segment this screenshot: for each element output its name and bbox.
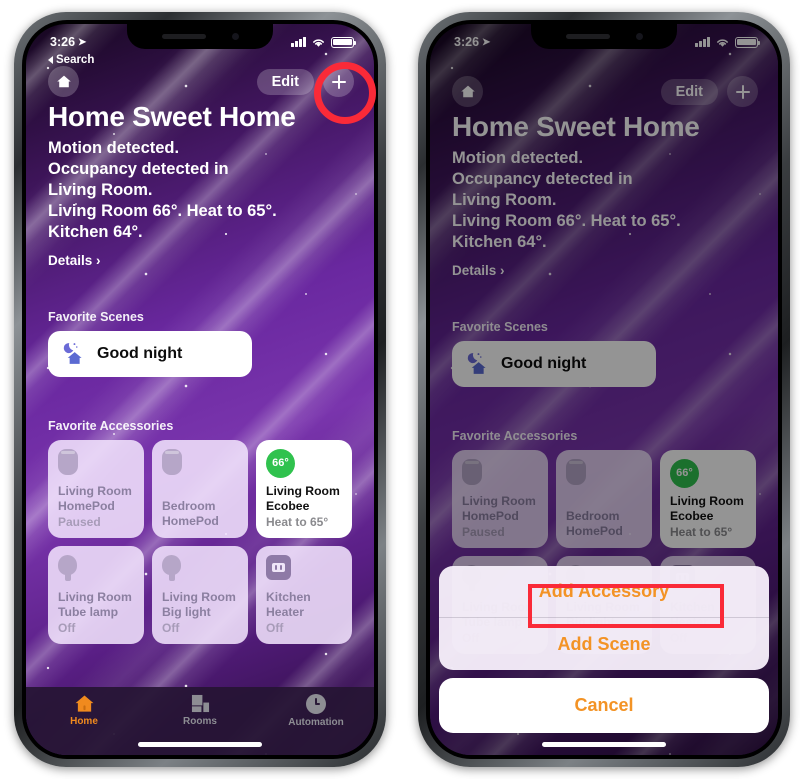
add-scene-button[interactable]: Add Scene [439, 618, 769, 670]
cancel-button[interactable]: Cancel [439, 678, 769, 733]
tab-label: Home [70, 716, 98, 727]
scene-label: Good night [97, 344, 183, 362]
favorite-accessories-title: Favorite Accessories [48, 418, 174, 433]
accessory-name-line1: Kitchen [266, 590, 311, 605]
accessory-name-line2: HomePod [162, 513, 219, 528]
house-filled-icon [75, 695, 93, 712]
back-chevron-icon [48, 56, 53, 64]
accessory-name-line2: Tube lamp [58, 604, 119, 619]
status-time: 3:26 [50, 35, 76, 49]
wifi-icon [313, 38, 324, 47]
phone-right: 3:26 ➤ Edit Home Sweet Home Motion detec… [418, 12, 790, 767]
accessory-name-line2: HomePod [58, 498, 115, 513]
accessory-tile-text: Living Room HomePod Paused [58, 484, 134, 528]
status-line: Occupancy detected in [48, 160, 229, 179]
battery-full-icon [331, 36, 357, 48]
front-camera [231, 33, 239, 40]
accessory-tile-kitchen-heater[interactable]: Kitchen Heater Off [256, 545, 352, 644]
accessories-grid: Living Room HomePod Paused Bedroom HomeP… [26, 439, 374, 644]
add-action-sheet: Add Accessory Add Scene Cancel [439, 566, 769, 733]
house-icon [56, 75, 71, 88]
accessory-tile-text: Bedroom HomePod [162, 499, 238, 528]
details-link[interactable]: Details › [26, 244, 374, 268]
home-status-summary: Motion detected. Occupancy detected in L… [26, 133, 374, 244]
tab-rooms[interactable]: Rooms [157, 694, 243, 727]
earpiece-speaker [161, 34, 206, 39]
accessory-name-line1: Living Room [58, 590, 132, 605]
nav-right-group: Edit [256, 66, 354, 97]
accessory-name-line2: Big light [162, 604, 211, 619]
accessory-name-line1: Living Room [266, 484, 340, 499]
back-to-search-link[interactable]: Search [48, 54, 94, 66]
accessory-tile-living-room-big-light[interactable]: Living Room Big light Off [152, 545, 248, 644]
bulb-icon [162, 554, 181, 581]
accessory-tile-living-room-homepod[interactable]: Living Room HomePod Paused [48, 439, 144, 538]
back-link-label: Search [56, 54, 95, 66]
favorite-accessories-section: Favorite Accessories Living Room HomePod… [26, 377, 374, 644]
add-button[interactable] [323, 66, 354, 97]
tab-automation[interactable]: Automation [273, 694, 359, 728]
cellular-bars-icon [291, 37, 306, 47]
accessory-state: Off [58, 620, 76, 635]
scene-card-good-night[interactable]: Good night [48, 330, 252, 377]
status-bar-left: 3:26 ➤ [50, 35, 86, 49]
accessory-name-line1: Living Room [58, 484, 132, 499]
bulb-icon [58, 554, 77, 581]
homepod-icon [58, 448, 78, 475]
edit-button[interactable]: Edit [256, 68, 314, 95]
status-bar-right [291, 36, 357, 48]
phone-right-bezel: 3:26 ➤ Edit Home Sweet Home Motion detec… [426, 20, 782, 759]
accessory-tile-text: Living Room Ecobee Heat to 65° [266, 484, 342, 528]
home-indicator[interactable] [138, 742, 262, 747]
accessory-tile-text: Living Room Big light Off [162, 590, 238, 634]
accessory-state: Off [266, 620, 284, 635]
status-line: Kitchen 64°. [48, 223, 143, 242]
action-sheet-options: Add Accessory Add Scene [439, 566, 769, 670]
home-indicator[interactable] [542, 742, 666, 747]
outlet-icon [266, 554, 291, 580]
notch [531, 24, 677, 49]
accessory-tile-bedroom-homepod[interactable]: Bedroom HomePod [152, 439, 248, 538]
location-arrow-icon: ➤ [78, 36, 87, 48]
accessory-state: Off [162, 620, 180, 635]
thermostat-badge: 66° [266, 448, 295, 478]
homepod-icon [162, 448, 182, 475]
tab-label: Rooms [183, 716, 217, 727]
plus-icon-bar [331, 80, 346, 83]
add-accessory-button[interactable]: Add Accessory [439, 566, 769, 618]
favorite-scenes-title: Favorite Scenes [48, 309, 144, 324]
accessory-name-line1: Bedroom [162, 499, 216, 514]
accessory-tile-living-room-ecobee[interactable]: 66° Living Room Ecobee Heat to 65° [256, 439, 352, 538]
notch [127, 24, 273, 49]
page-title: Home Sweet Home [48, 101, 296, 132]
accessory-state: Paused [58, 514, 101, 529]
accessory-name-line2: Ecobee [266, 498, 310, 513]
accessory-state: Heat to 65° [266, 514, 329, 529]
accessory-tile-text: Kitchen Heater Off [266, 590, 342, 634]
phone-left-screen: 3:26 ➤ Search Edit Home Sweet Home Motio… [26, 24, 374, 755]
status-line: Living Room 66°. Heat to 65°. [48, 202, 277, 221]
phone-right-screen: 3:26 ➤ Edit Home Sweet Home Motion detec… [430, 24, 778, 755]
moon-house-icon [63, 343, 82, 364]
home-button[interactable] [48, 66, 79, 97]
clock-icon [306, 694, 326, 714]
accessory-tile-text: Living Room Tube lamp Off [58, 590, 134, 634]
favorite-scenes-section: Favorite Scenes Good night [26, 268, 374, 377]
screenshot-stage: 3:26 ➤ Search Edit Home Sweet Home Motio… [0, 0, 800, 779]
front-camera [635, 33, 643, 40]
accessory-name-line2: Heater [266, 604, 304, 619]
phone-left-bezel: 3:26 ➤ Search Edit Home Sweet Home Motio… [22, 20, 378, 759]
status-line: Living Room. [48, 181, 153, 200]
status-line: Motion detected. [48, 139, 180, 157]
accessory-tile-living-room-tube-lamp[interactable]: Living Room Tube lamp Off [48, 545, 144, 644]
tab-home[interactable]: Home [41, 694, 127, 727]
tab-label: Automation [288, 717, 344, 728]
app-content-left: 3:26 ➤ Search Edit Home Sweet Home Motio… [26, 24, 374, 755]
phone-left: 3:26 ➤ Search Edit Home Sweet Home Motio… [14, 12, 386, 767]
rooms-grid-icon [191, 694, 209, 713]
earpiece-speaker [565, 34, 610, 39]
accessory-name-line1: Living Room [162, 590, 236, 605]
